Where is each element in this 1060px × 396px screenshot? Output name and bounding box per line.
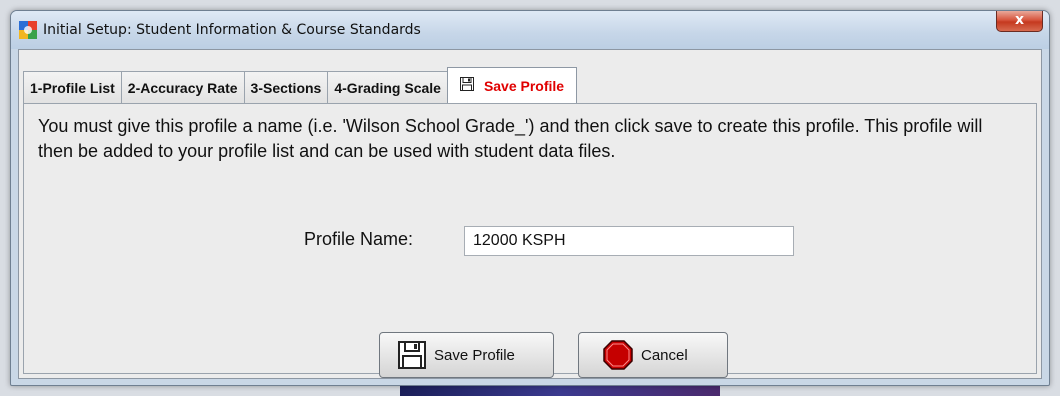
close-button[interactable]: x <box>996 11 1043 32</box>
tab-label: 4-Grading Scale <box>334 79 441 96</box>
tab-grading-scale[interactable]: 4-Grading Scale <box>327 71 448 103</box>
save-profile-panel: You must give this profile a name (i.e. … <box>23 103 1037 378</box>
save-profile-button[interactable]: Save Profile <box>379 332 554 378</box>
profile-name-label: Profile Name: <box>304 229 414 249</box>
cancel-button[interactable]: Cancel <box>578 332 728 378</box>
app-icon <box>19 21 37 39</box>
tab-label: 3-Sections <box>250 79 322 96</box>
window-title: Initial Setup: Student Information & Cou… <box>43 22 421 38</box>
tab-label: Save Profile <box>483 77 565 94</box>
tab-bar: 1-Profile List 2-Accuracy Rate 3-Section… <box>23 67 578 103</box>
cancel-label: Cancel <box>641 346 688 364</box>
tab-sections[interactable]: 3-Sections <box>243 71 329 103</box>
floppy-disk-icon <box>459 77 474 94</box>
instructions-text: You must give this profile a name (i.e. … <box>38 116 983 161</box>
title-bar[interactable]: Initial Setup: Student Information & Cou… <box>11 11 1049 49</box>
stop-sign-icon <box>603 340 633 370</box>
save-profile-label: Save Profile <box>434 346 515 364</box>
tab-accuracy-rate[interactable]: 2-Accuracy Rate <box>120 71 245 103</box>
close-icon: x <box>1014 12 1025 28</box>
setup-dialog: Initial Setup: Student Information & Cou… <box>10 10 1050 386</box>
profile-name-input[interactable] <box>464 226 794 256</box>
tab-profile-list[interactable]: 1-Profile List <box>23 71 122 103</box>
tab-label: 1-Profile List <box>30 79 115 96</box>
dialog-body: 1-Profile List 2-Accuracy Rate 3-Section… <box>18 49 1042 379</box>
floppy-disk-icon <box>398 341 426 369</box>
tab-save-profile[interactable]: Save Profile <box>446 67 578 103</box>
tab-label: 2-Accuracy Rate <box>127 79 238 96</box>
